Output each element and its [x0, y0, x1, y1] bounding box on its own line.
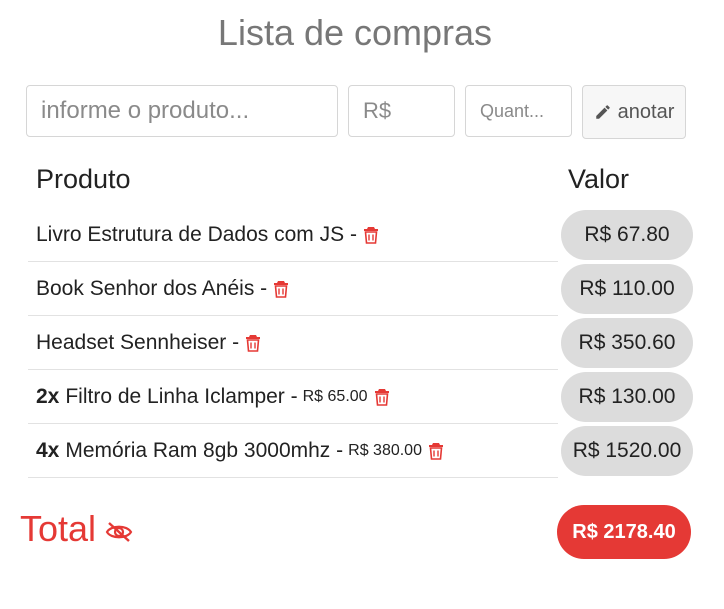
item-name: Filtro de Linha Iclamper -	[65, 384, 298, 408]
anotar-button[interactable]: anotar	[582, 85, 686, 139]
column-header-produto: Produto	[36, 164, 131, 194]
trash-icon[interactable]	[245, 334, 261, 352]
list-item: 4x Memória Ram 8gb 3000mhz - R$ 380.00	[28, 424, 558, 478]
trash-icon[interactable]	[273, 280, 289, 298]
anotar-label: anotar	[617, 100, 675, 123]
item-name: Book Senhor dos Anéis -	[36, 276, 268, 300]
item-name: Memória Ram 8gb 3000mhz -	[65, 438, 344, 462]
column-header-valor: Valor	[568, 164, 630, 194]
item-value-badge: R$ 110.00	[561, 264, 693, 314]
total-label: Total	[20, 508, 97, 549]
total-value-badge: R$ 2178.40	[557, 505, 691, 559]
trash-icon[interactable]	[374, 388, 390, 406]
eye-slash-icon[interactable]	[104, 520, 134, 544]
item-quantity: 2x	[36, 384, 60, 408]
total-label-group: Total	[20, 508, 134, 550]
list-item: Livro Estrutura de Dados com JS -	[28, 208, 558, 262]
item-value-badge: R$ 67.80	[561, 210, 693, 260]
list-item: 2x Filtro de Linha Iclamper - R$ 65.00	[28, 370, 558, 424]
item-name: Headset Sennheiser -	[36, 330, 240, 354]
item-value-badge: R$ 350.60	[561, 318, 693, 368]
item-name: Livro Estrutura de Dados com JS -	[36, 222, 357, 246]
list-item: Headset Sennheiser -	[28, 316, 558, 370]
pencil-icon	[594, 103, 612, 121]
page-title: Lista de compras	[217, 12, 493, 53]
quantidade-input[interactable]	[465, 85, 572, 137]
preco-input[interactable]	[348, 85, 455, 137]
item-value-badge: R$ 1520.00	[561, 426, 693, 476]
produto-input[interactable]	[26, 85, 338, 137]
item-value-badge: R$ 130.00	[561, 372, 693, 422]
trash-icon[interactable]	[428, 442, 444, 460]
list-item: Book Senhor dos Anéis -	[28, 262, 558, 316]
item-unit-price: R$ 65.00	[302, 387, 368, 405]
item-quantity: 4x	[36, 438, 60, 462]
trash-icon[interactable]	[363, 226, 379, 244]
item-unit-price: R$ 380.00	[348, 441, 422, 459]
